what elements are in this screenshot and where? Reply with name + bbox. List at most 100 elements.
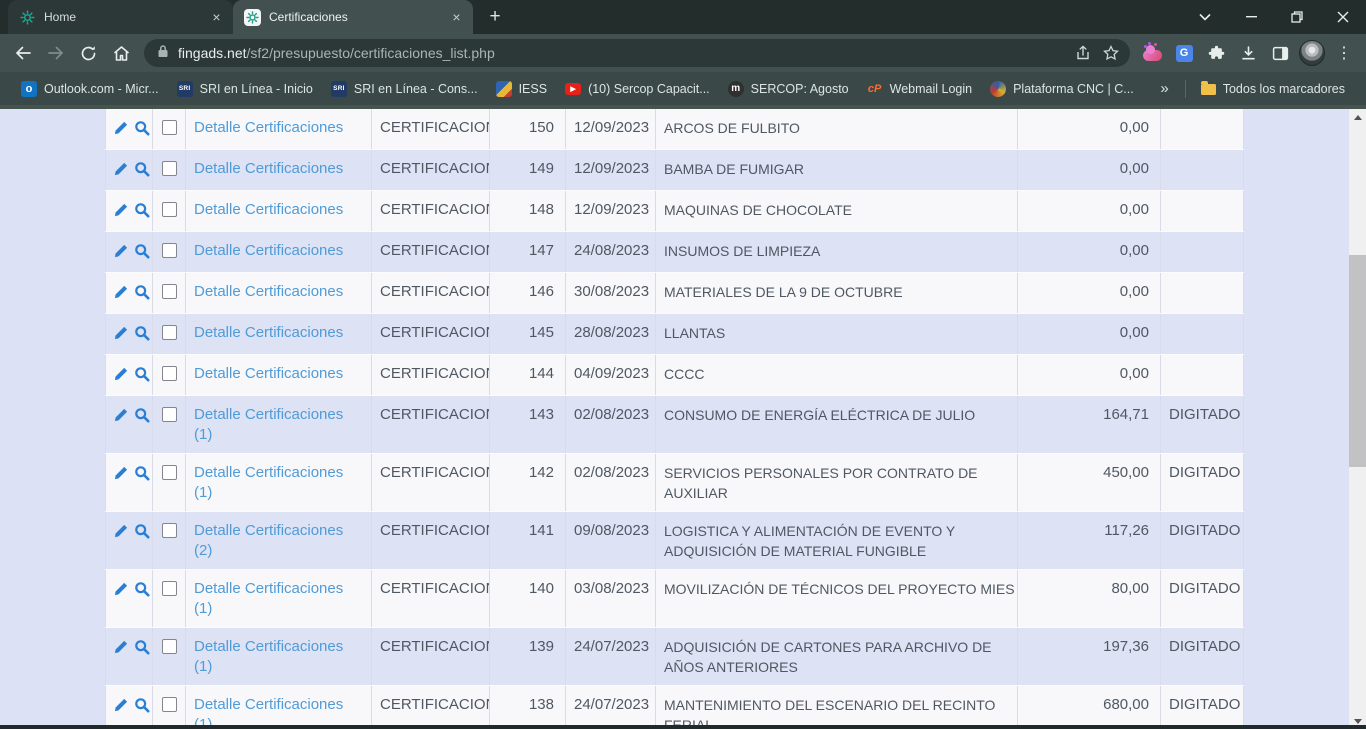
home-icon[interactable] bbox=[105, 37, 138, 70]
status-cell: DIGITADO bbox=[1161, 396, 1244, 454]
view-magnifier-icon[interactable] bbox=[134, 120, 150, 136]
downloads-icon[interactable] bbox=[1232, 37, 1264, 69]
row-checkbox[interactable] bbox=[162, 202, 177, 217]
detail-link[interactable]: Detalle Certificaciones (1) bbox=[186, 628, 372, 686]
extensions-puzzle-icon[interactable] bbox=[1200, 37, 1232, 69]
edit-pencil-icon[interactable] bbox=[113, 523, 129, 539]
tab-home[interactable]: Home × bbox=[8, 0, 233, 34]
row-checkbox[interactable] bbox=[162, 284, 177, 299]
row-checkbox[interactable] bbox=[162, 120, 177, 135]
edit-pencil-icon[interactable] bbox=[113, 465, 129, 481]
scrollbar-up-arrow[interactable] bbox=[1349, 109, 1366, 125]
view-magnifier-icon[interactable] bbox=[134, 161, 150, 177]
restore-button[interactable] bbox=[1274, 0, 1320, 34]
bookmark-label: SRI en Línea - Cons... bbox=[354, 82, 478, 96]
detail-link[interactable]: Detalle Certificaciones bbox=[186, 273, 372, 314]
bookmark-item[interactable]: cP Webmail Login bbox=[858, 76, 981, 102]
tab-search-chevron-icon[interactable] bbox=[1182, 0, 1228, 34]
bookmark-item[interactable]: SRI SRI en Línea - Cons... bbox=[322, 76, 487, 102]
view-magnifier-icon[interactable] bbox=[134, 407, 150, 423]
number-cell: 140 bbox=[490, 570, 566, 628]
vertical-scrollbar[interactable] bbox=[1349, 109, 1366, 729]
row-checkbox[interactable] bbox=[162, 465, 177, 480]
view-magnifier-icon[interactable] bbox=[134, 639, 150, 655]
reload-icon[interactable] bbox=[72, 37, 105, 70]
share-icon[interactable] bbox=[1069, 39, 1097, 67]
tab-close-icon[interactable]: × bbox=[208, 9, 225, 26]
all-bookmarks-button[interactable]: Todos los marcadores bbox=[1192, 76, 1354, 102]
detail-link[interactable]: Detalle Certificaciones bbox=[186, 232, 372, 273]
view-magnifier-icon[interactable] bbox=[134, 366, 150, 382]
bookmark-item[interactable]: Plataforma CNC | C... bbox=[981, 76, 1143, 102]
row-checkbox[interactable] bbox=[162, 697, 177, 712]
bookmark-favicon: m bbox=[728, 81, 744, 97]
row-checkbox[interactable] bbox=[162, 581, 177, 596]
detail-link[interactable]: Detalle Certificaciones (2) bbox=[186, 512, 372, 570]
forward-icon[interactable] bbox=[39, 37, 72, 70]
close-window-button[interactable] bbox=[1320, 0, 1366, 34]
view-magnifier-icon[interactable] bbox=[134, 523, 150, 539]
row-checkbox-cell bbox=[153, 686, 186, 729]
edit-pencil-icon[interactable] bbox=[113, 366, 129, 382]
edit-pencil-icon[interactable] bbox=[113, 161, 129, 177]
tab-title: Certificaciones bbox=[269, 10, 440, 24]
tab-close-icon[interactable]: × bbox=[448, 9, 465, 26]
description-cell: MOVILIZACIÓN DE TÉCNICOS DEL PROYECTO MI… bbox=[656, 570, 1018, 628]
tab-certificaciones[interactable]: Certificaciones × bbox=[233, 0, 473, 34]
row-checkbox[interactable] bbox=[162, 639, 177, 654]
edit-pencil-icon[interactable] bbox=[113, 120, 129, 136]
view-magnifier-icon[interactable] bbox=[134, 465, 150, 481]
detail-link[interactable]: Detalle Certificaciones (1) bbox=[186, 686, 372, 729]
view-magnifier-icon[interactable] bbox=[134, 697, 150, 713]
row-checkbox[interactable] bbox=[162, 407, 177, 422]
edit-pencil-icon[interactable] bbox=[113, 581, 129, 597]
edit-pencil-icon[interactable] bbox=[113, 697, 129, 713]
bookmark-item[interactable]: SRI SRI en Línea - Inicio bbox=[168, 76, 322, 102]
address-bar[interactable]: fingads.net/sf2/presupuesto/certificacio… bbox=[144, 39, 1130, 67]
bookmark-item[interactable]: ▶ (10) Sercop Capacit... bbox=[556, 76, 719, 102]
edit-pencil-icon[interactable] bbox=[113, 202, 129, 218]
row-checkbox[interactable] bbox=[162, 243, 177, 258]
bookmark-item[interactable]: IESS bbox=[487, 76, 557, 102]
weather-extension-icon[interactable] bbox=[1136, 37, 1168, 69]
row-checkbox[interactable] bbox=[162, 161, 177, 176]
profile-avatar[interactable] bbox=[1296, 37, 1328, 69]
detail-link[interactable]: Detalle Certificaciones bbox=[186, 191, 372, 232]
detail-link[interactable]: Detalle Certificaciones bbox=[186, 150, 372, 191]
detail-link[interactable]: Detalle Certificaciones (1) bbox=[186, 570, 372, 628]
browser-menu-kebab-icon[interactable]: ⋮ bbox=[1328, 37, 1360, 69]
row-checkbox[interactable] bbox=[162, 523, 177, 538]
edit-pencil-icon[interactable] bbox=[113, 639, 129, 655]
side-panel-icon[interactable] bbox=[1264, 37, 1296, 69]
detail-link[interactable]: Detalle Certificaciones bbox=[186, 355, 372, 396]
back-icon[interactable] bbox=[6, 37, 39, 70]
url-path: /sf2/presupuesto/certificaciones_list.ph… bbox=[247, 45, 495, 61]
view-magnifier-icon[interactable] bbox=[134, 325, 150, 341]
edit-pencil-icon[interactable] bbox=[113, 243, 129, 259]
edit-pencil-icon[interactable] bbox=[113, 407, 129, 423]
minimize-button[interactable] bbox=[1228, 0, 1274, 34]
amount-cell: 117,26 bbox=[1018, 512, 1161, 570]
detail-link[interactable]: Detalle Certificaciones (1) bbox=[186, 454, 372, 512]
view-magnifier-icon[interactable] bbox=[134, 243, 150, 259]
view-magnifier-icon[interactable] bbox=[134, 284, 150, 300]
edit-pencil-icon[interactable] bbox=[113, 325, 129, 341]
detail-link[interactable]: Detalle Certificaciones bbox=[186, 109, 372, 150]
row-checkbox[interactable] bbox=[162, 325, 177, 340]
detail-link[interactable]: Detalle Certificaciones bbox=[186, 314, 372, 355]
detail-link[interactable]: Detalle Certificaciones (1) bbox=[186, 396, 372, 454]
bookmarks-overflow-chevron[interactable]: » bbox=[1150, 80, 1178, 97]
edit-pencil-icon[interactable] bbox=[113, 284, 129, 300]
type-cell: CERTIFICACION bbox=[372, 314, 490, 355]
new-tab-button[interactable]: + bbox=[481, 3, 509, 31]
bookmark-item[interactable]: m SERCOP: Agosto bbox=[719, 76, 858, 102]
translate-extension-icon[interactable]: G bbox=[1168, 37, 1200, 69]
view-magnifier-icon[interactable] bbox=[134, 581, 150, 597]
all-bookmarks-label: Todos los marcadores bbox=[1223, 82, 1345, 96]
row-checkbox[interactable] bbox=[162, 366, 177, 381]
date-cell: 09/08/2023 bbox=[566, 512, 656, 570]
view-magnifier-icon[interactable] bbox=[134, 202, 150, 218]
scrollbar-thumb[interactable] bbox=[1349, 255, 1366, 467]
bookmark-item[interactable]: o Outlook.com - Micr... bbox=[12, 76, 168, 102]
bookmark-star-icon[interactable] bbox=[1097, 39, 1125, 67]
